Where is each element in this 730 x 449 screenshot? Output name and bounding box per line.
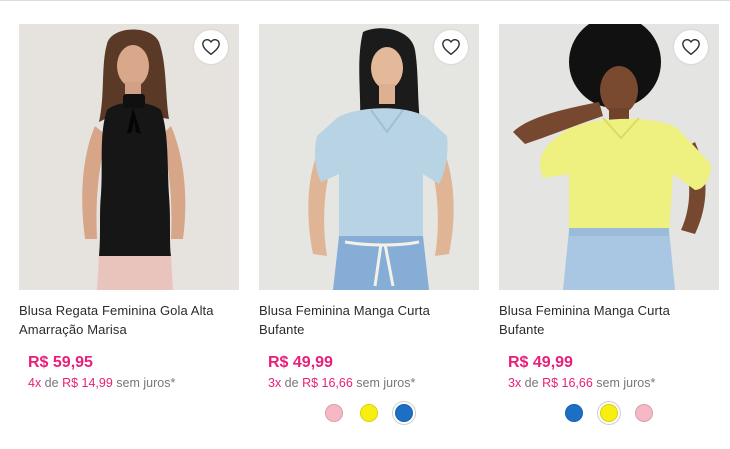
color-swatch-blue[interactable]: [395, 404, 413, 422]
color-swatches: [259, 404, 479, 422]
installments-count: 4x: [28, 376, 42, 390]
favorite-button[interactable]: [434, 30, 468, 64]
installments-prefix: de: [41, 376, 63, 390]
color-swatch-pink[interactable]: [325, 404, 343, 422]
color-swatch-pink[interactable]: [635, 404, 653, 422]
installments-value: R$ 16,66: [302, 376, 353, 390]
installments-value: R$ 16,66: [542, 376, 593, 390]
favorite-button[interactable]: [674, 30, 708, 64]
heart-icon: [682, 38, 700, 56]
product-card[interactable]: Blusa Feminina Manga Curta Bufante R$ 49…: [499, 24, 719, 422]
color-swatch-yellow[interactable]: [600, 404, 618, 422]
product-image[interactable]: [19, 24, 239, 290]
product-price: R$ 49,99: [268, 354, 333, 371]
color-swatch-yellow[interactable]: [360, 404, 378, 422]
product-card[interactable]: Blusa Regata Feminina Gola Alta Amarraçã…: [19, 24, 239, 391]
installments-prefix: de: [521, 376, 543, 390]
installments-value: R$ 14,99: [62, 376, 113, 390]
color-swatch-blue[interactable]: [565, 404, 583, 422]
product-name[interactable]: Blusa Feminina Manga Curta Bufante: [259, 301, 479, 339]
installments-count: 3x: [508, 376, 522, 390]
heart-icon: [442, 38, 460, 56]
product-price: R$ 49,99: [508, 354, 573, 371]
favorite-button[interactable]: [194, 30, 228, 64]
product-card[interactable]: Blusa Feminina Manga Curta Bufante R$ 49…: [259, 24, 479, 422]
installments-prefix: de: [281, 376, 303, 390]
top-divider: [0, 0, 730, 1]
product-name[interactable]: Blusa Regata Feminina Gola Alta Amarraçã…: [19, 301, 239, 339]
heart-icon: [202, 38, 220, 56]
installments-text: 4x de R$ 14,99 sem juros*: [28, 375, 239, 391]
installments-suffix: sem juros*: [112, 376, 176, 390]
installments-suffix: sem juros*: [352, 376, 416, 390]
installments-suffix: sem juros*: [592, 376, 656, 390]
installments-count: 3x: [268, 376, 282, 390]
installments-text: 3x de R$ 16,66 sem juros*: [268, 375, 479, 391]
product-price: R$ 59,95: [28, 354, 93, 371]
product-image[interactable]: [259, 24, 479, 290]
product-image[interactable]: [499, 24, 719, 290]
product-name[interactable]: Blusa Feminina Manga Curta Bufante: [499, 301, 719, 339]
installments-text: 3x de R$ 16,66 sem juros*: [508, 375, 719, 391]
color-swatches: [499, 404, 719, 422]
